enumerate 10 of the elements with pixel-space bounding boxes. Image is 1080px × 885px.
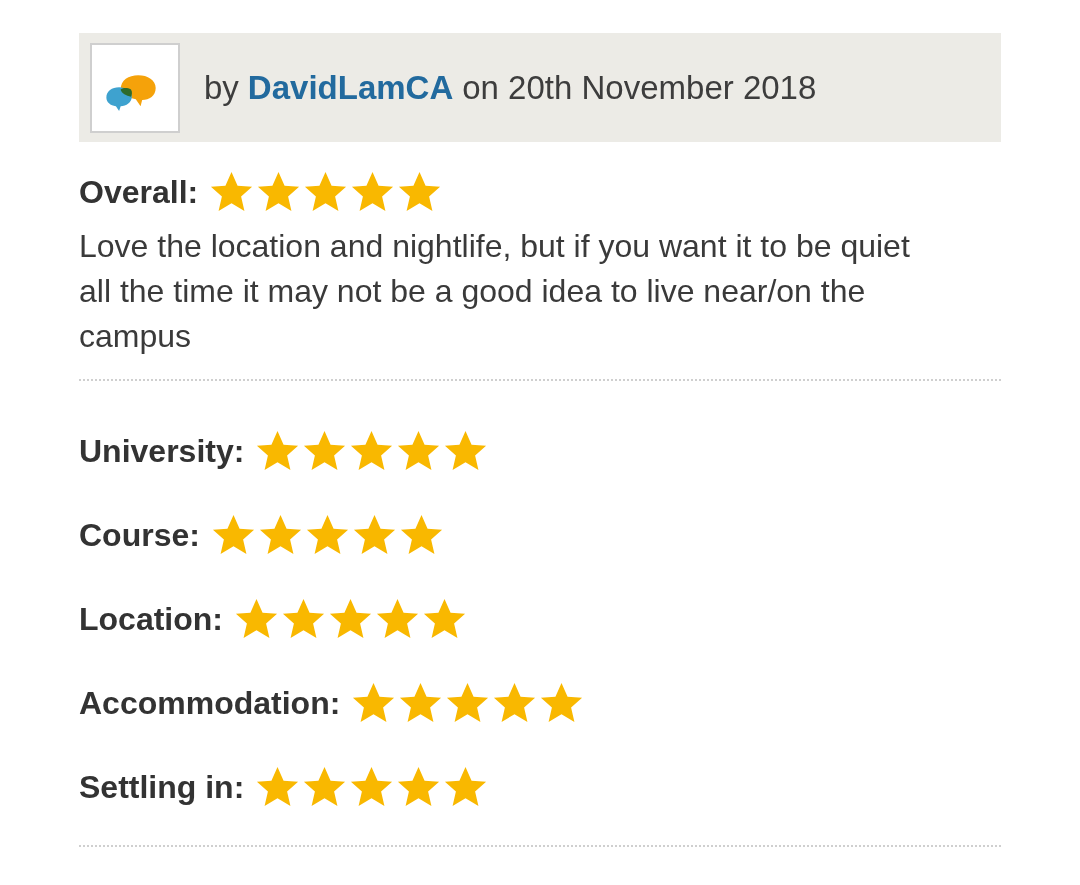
review-text: Love the location and nightlife, but if you want it to be quiet all the time it may not be a good idea to live near/on the campus xyxy=(79,227,911,356)
rating-label: Course: xyxy=(79,516,200,554)
byline-prefix: by xyxy=(204,68,239,107)
rating-label: Settling in: xyxy=(79,768,245,806)
rating-label: Accommodation: xyxy=(79,684,341,722)
review-date: on 20th November 2018 xyxy=(462,68,817,107)
rating-label: University: xyxy=(79,432,245,470)
rating-label: Location: xyxy=(79,600,223,638)
author-link[interactable]: DavidLamCA xyxy=(247,68,454,107)
rating-label: Overall: xyxy=(79,173,199,211)
